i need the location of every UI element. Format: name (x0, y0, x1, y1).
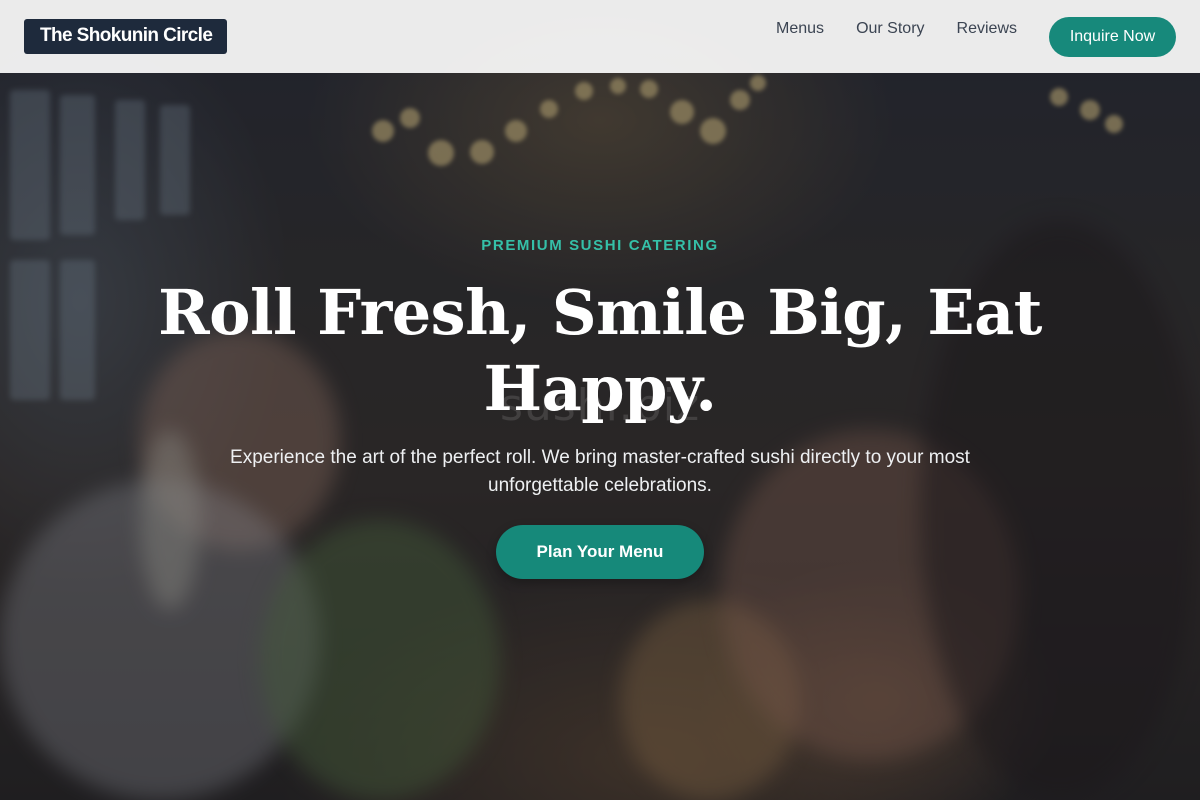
hero-subtext: Experience the art of the perfect roll. … (230, 447, 970, 496)
hero-section: PREMIUM SUSHI CATERING sushi.biz Roll Fr… (0, 0, 1200, 800)
plan-your-menu-button[interactable]: Plan Your Menu (496, 525, 704, 579)
hero-eyebrow: PREMIUM SUSHI CATERING (481, 237, 719, 254)
hero-headline: Roll Fresh, Smile Big, Eat Happy. (158, 276, 1042, 425)
